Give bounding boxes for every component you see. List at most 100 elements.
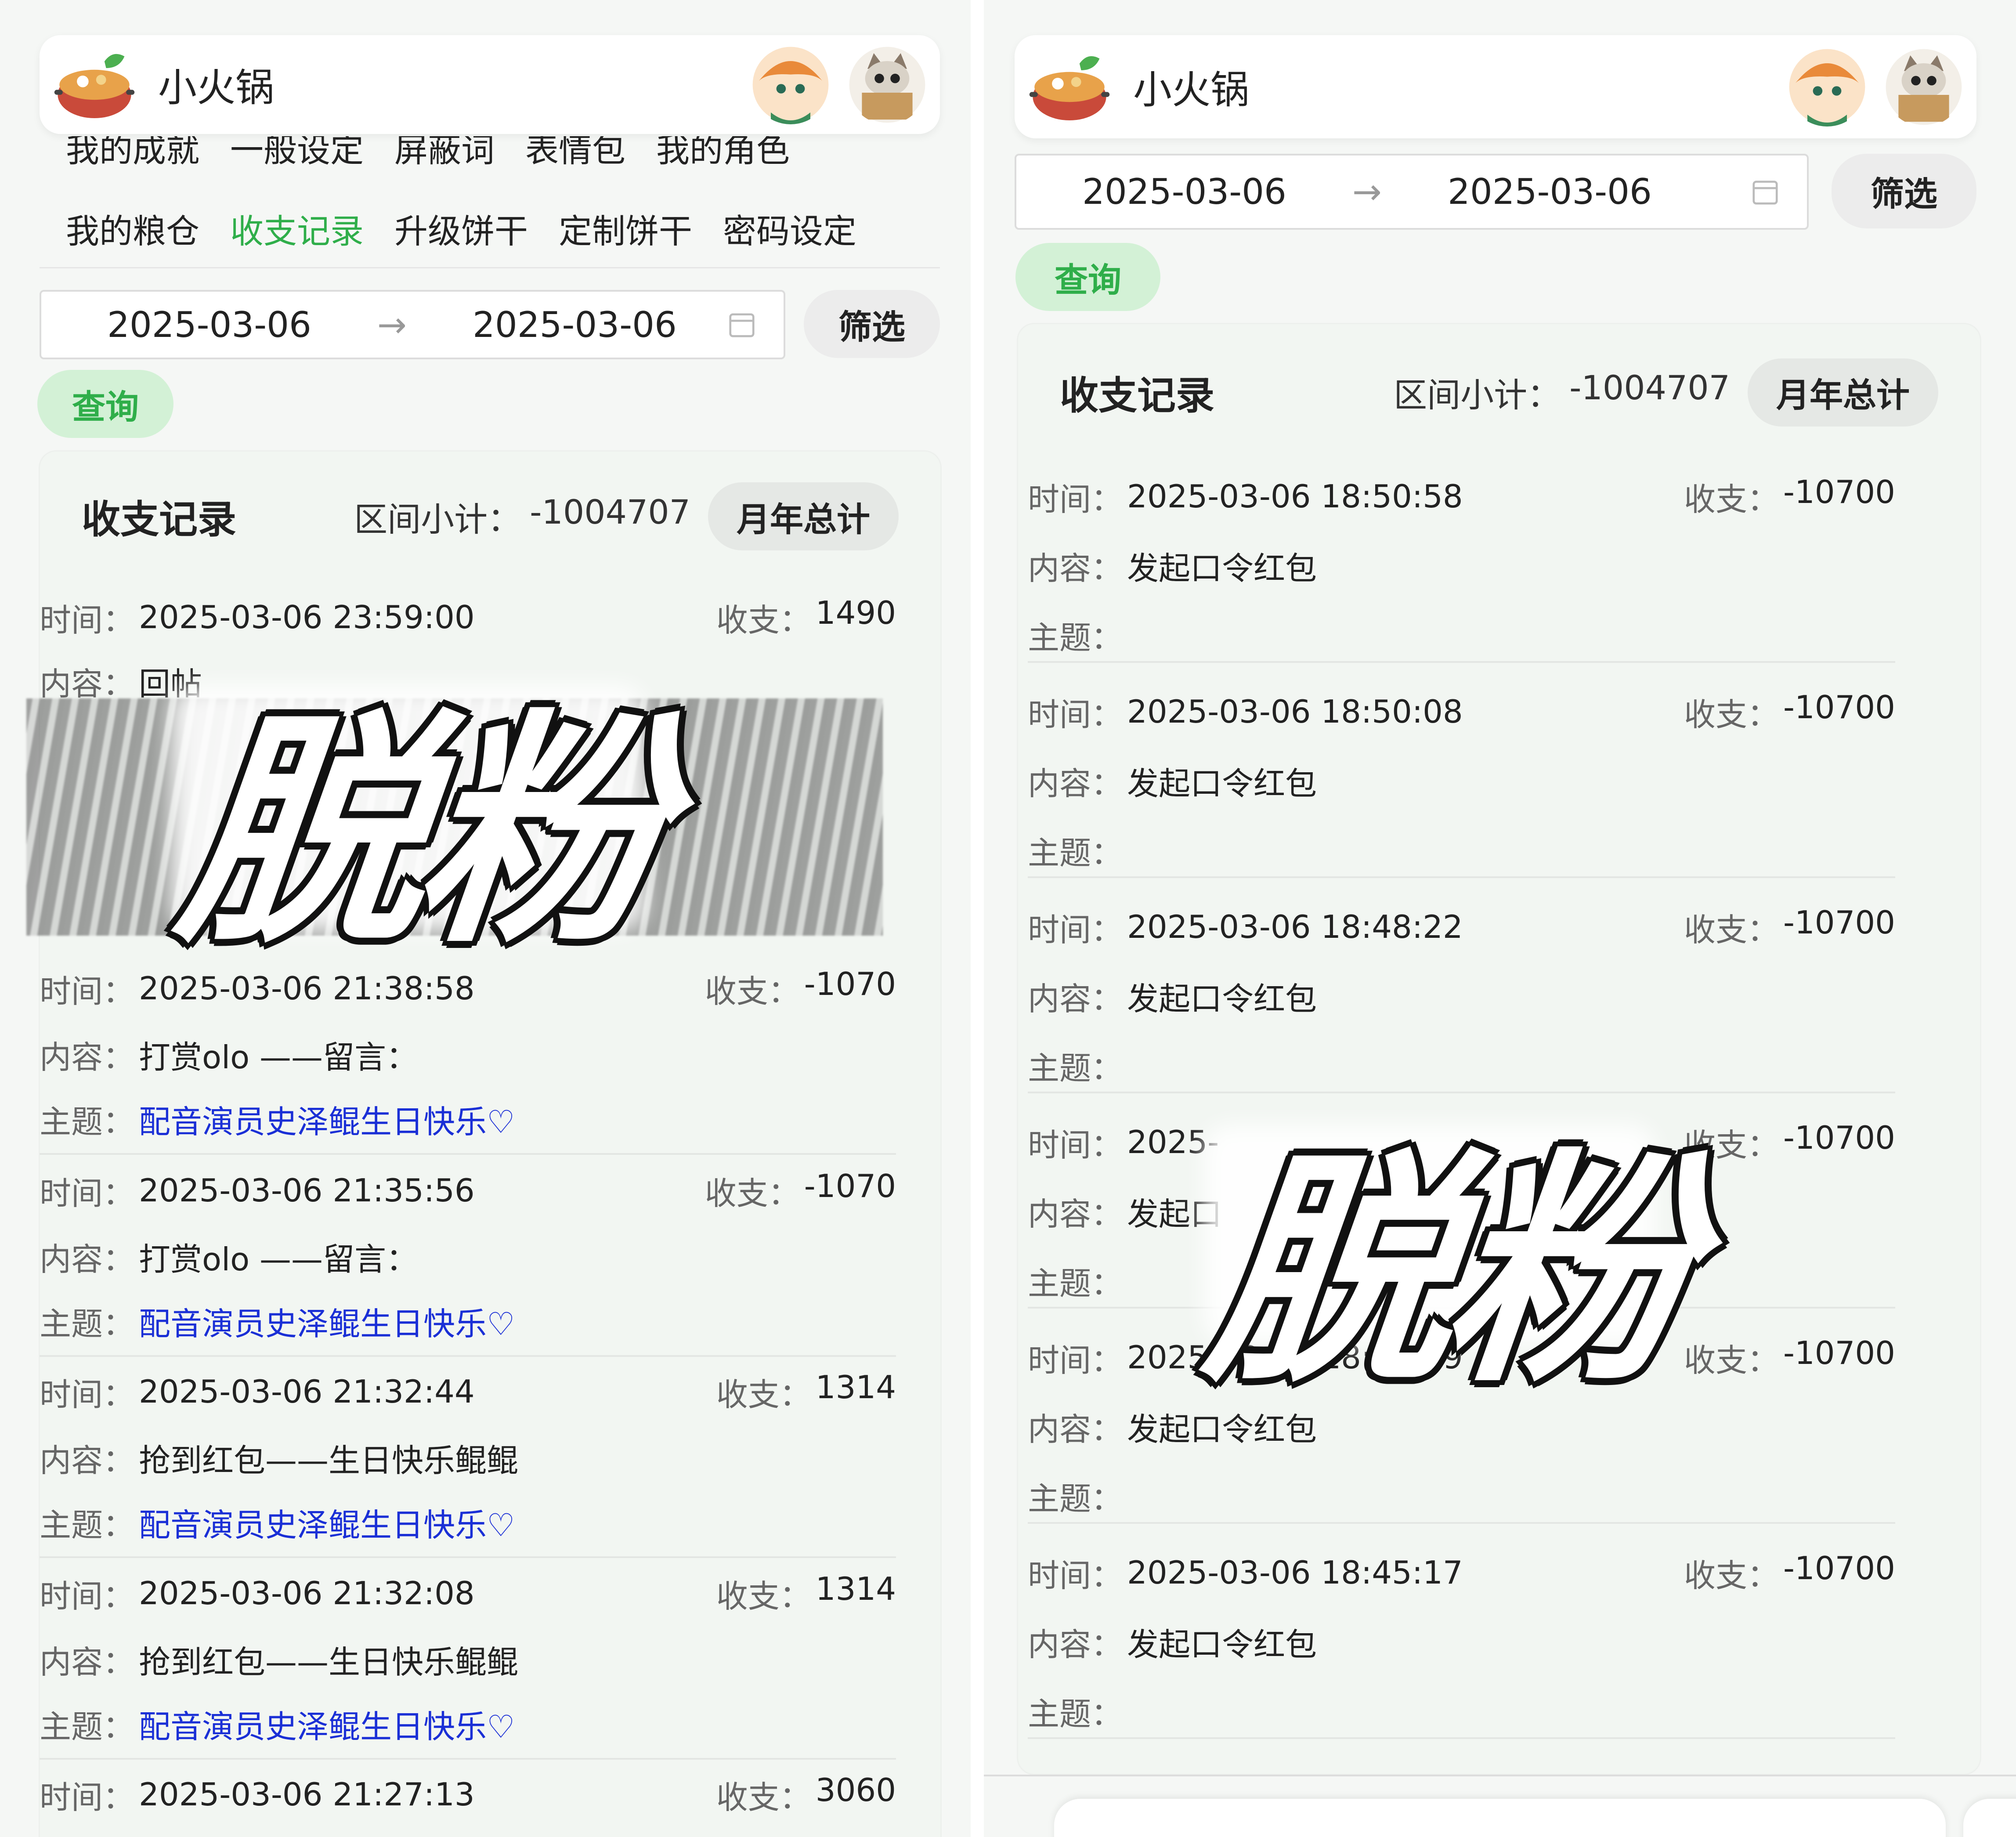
bottom-toolbar[interactable]: [1054, 1799, 1946, 1837]
topic-label: 主题：: [1028, 834, 1123, 871]
amount-value: -1070: [804, 1167, 896, 1204]
content-label: 内容：: [1028, 980, 1123, 1017]
topic-label: 主题：: [1028, 1695, 1123, 1732]
record-content: 抢到红包——生日快乐鲲鲲: [139, 1442, 519, 1479]
record-content: 发起口令红包: [1127, 1626, 1317, 1663]
record-time: 2025-03-06 23:59:00: [139, 599, 475, 636]
subtotal-label: 区间小计：: [354, 499, 521, 539]
calendar-icon[interactable]: [726, 309, 757, 340]
time-label: 时间：: [40, 1376, 135, 1413]
nav-row-bottom: 我的粮仓 收支记录 升级饼干 定制饼干 密码设定: [66, 204, 856, 253]
calendar-icon[interactable]: [1750, 177, 1781, 207]
date-end[interactable]: 2025-03-06: [1448, 171, 1652, 212]
avatar-group: [1788, 47, 1963, 127]
tab-password-settings[interactable]: 密码设定: [723, 204, 856, 253]
content-label: 内容：: [40, 1038, 135, 1076]
record-amount: 收支： -10700: [1684, 1119, 1895, 1165]
date-start[interactable]: 2025-03-06: [1082, 171, 1286, 212]
record-amount: 收支： 1314: [716, 1369, 896, 1415]
table-row[interactable]: 时间： 2025-03-06 18:50:08 收支： -10700 内容： 发…: [1028, 679, 1895, 878]
table-row[interactable]: 时间： 2025-03-06 21:35:56 收支： -1070 内容： 打赏…: [40, 1160, 896, 1357]
topic-label: 主题：: [1028, 1049, 1123, 1087]
tab-my-granary[interactable]: 我的粮仓: [66, 204, 199, 253]
filter-button[interactable]: 筛选: [804, 290, 940, 358]
tab-income-expense[interactable]: 收支记录: [230, 204, 364, 253]
amount-value: 3060: [815, 1771, 896, 1808]
table-row[interactable]: 时间： 2025-03-06 18:45:17 收支： -10700 内容： 发…: [1028, 1540, 1895, 1739]
records-card-header: 收支记录 区间小计： -1004707 月年总计: [1018, 357, 1980, 427]
tab-custom-cookie[interactable]: 定制饼干: [559, 204, 692, 253]
topic-label: 主题：: [1028, 619, 1123, 656]
cat-box-avatar[interactable]: [848, 45, 927, 124]
screenshot-stage: 小火锅 我的成就 一般设定 屏蔽词 表情包 我的角色 我的粮仓 收支记录 升级饼…: [0, 0, 2016, 1837]
record-content: 发起口令红包: [1127, 550, 1317, 587]
card-title: 收支记录: [82, 497, 237, 542]
card-title: 收支记录: [1060, 372, 1215, 418]
amount-label: 收支：: [716, 1376, 811, 1413]
record-topic-link[interactable]: 配音演员史泽鲲生日快乐♡: [139, 1701, 515, 1747]
record-time: 2025-03-06 18:45:17: [1127, 1554, 1463, 1591]
content-label: 内容：: [40, 665, 135, 702]
date-range-picker[interactable]: 2025-03-06 → 2025-03-06: [40, 290, 785, 359]
subtotal-value: -1004707: [1569, 368, 1730, 407]
time-label: 时间：: [40, 1577, 135, 1615]
amount-value: -10700: [1783, 688, 1895, 726]
record-time: 2025-03-06 21:32:08: [139, 1575, 475, 1612]
record-amount: 收支： -10700: [1684, 474, 1895, 520]
record-time: 2025-03-06 21:35:56: [139, 1172, 475, 1209]
content-label: 内容：: [40, 1442, 135, 1479]
hotpot-logo-icon: [54, 54, 135, 118]
range-subtotal: 区间小计： -1004707: [1394, 368, 1730, 416]
query-button[interactable]: 查询: [1015, 243, 1160, 311]
record-time: 2025-03-06 18:48:22: [1127, 908, 1463, 945]
amount-label: 收支：: [1684, 911, 1779, 948]
content-label: 内容：: [1028, 1195, 1123, 1233]
content-label: 内容：: [1028, 765, 1123, 802]
table-row[interactable]: 时间： 2025-03-06 21:27:13 收支： 3060: [40, 1764, 896, 1837]
range-subtotal: 区间小计： -1004707: [354, 492, 690, 541]
time-label: 时间：: [1028, 1342, 1123, 1379]
date-end[interactable]: 2025-03-06: [473, 304, 677, 345]
amount-label: 收支：: [716, 1577, 811, 1615]
record-amount: 收支： -1070: [705, 966, 896, 1012]
month-year-total-button[interactable]: 月年总计: [708, 482, 899, 550]
time-label: 时间：: [1028, 911, 1123, 948]
record-content: 抢到红包——生日快乐鲲鲲: [139, 1643, 519, 1681]
date-range-picker[interactable]: 2025-03-06 → 2025-03-06: [1015, 154, 1809, 230]
record-amount: 收支： -10700: [1684, 689, 1895, 735]
table-row[interactable]: 时间： 2025-03-06 21:32:08 收支： 1314 内容： 抢到红…: [40, 1562, 896, 1760]
amount-label: 收支：: [705, 1175, 800, 1212]
subtotal-value: -1004707: [530, 492, 690, 532]
record-amount: 收支： -10700: [1684, 1550, 1895, 1596]
bottom-toolbar-secondary[interactable]: [1963, 1799, 2016, 1837]
tab-upgrade-cookie[interactable]: 升级饼干: [394, 204, 528, 253]
table-row[interactable]: 时间： 2025-03-06 21:32:44 收支： 1314 内容： 抢到红…: [40, 1361, 896, 1558]
filter-button[interactable]: 筛选: [1832, 154, 1976, 228]
anime-girl-avatar[interactable]: [1788, 47, 1867, 127]
topic-label: 主题：: [40, 1305, 135, 1342]
record-content: 发起口令红包: [1127, 980, 1317, 1017]
cat-box-avatar[interactable]: [1884, 47, 1963, 127]
month-year-total-button[interactable]: 月年总计: [1748, 358, 1938, 427]
table-row[interactable]: 时间： 2025-03-06 18:48:22 收支： -10700 内容： 发…: [1028, 894, 1895, 1093]
left-phone-screen: 小火锅 我的成就 一般设定 屏蔽词 表情包 我的角色 我的粮仓 收支记录 升级饼…: [0, 0, 971, 1837]
content-label: 内容：: [40, 1643, 135, 1681]
time-label: 时间：: [40, 601, 135, 639]
record-topic-link[interactable]: 配音演员史泽鲲生日快乐♡: [139, 1298, 515, 1344]
content-label: 内容：: [1028, 550, 1123, 587]
date-start[interactable]: 2025-03-06: [107, 304, 311, 345]
records-card-header: 收支记录 区间小计： -1004707 月年总计: [40, 482, 940, 550]
record-time: 2025-03-06 21:27:13: [139, 1776, 475, 1813]
app-title: 小火锅: [1133, 67, 1250, 112]
record-topic-link[interactable]: 配音演员史泽鲲生日快乐♡: [139, 1096, 515, 1142]
time-label: 时间：: [1028, 1126, 1123, 1164]
record-time: 2025-03-06 21:32:44: [139, 1373, 475, 1410]
record-topic-link[interactable]: 配音演员史泽鲲生日快乐♡: [139, 1499, 515, 1545]
watermark-sticker: 脱粉: [167, 690, 672, 976]
content-label: 内容：: [1028, 1410, 1123, 1448]
amount-label: 收支：: [1684, 696, 1779, 733]
anime-girl-avatar[interactable]: [751, 45, 830, 124]
query-button[interactable]: 查询: [37, 370, 173, 438]
table-row[interactable]: 时间： 2025-03-06 18:50:58 收支： -10700 内容： 发…: [1028, 463, 1895, 663]
content-label: 内容：: [1028, 1626, 1123, 1663]
